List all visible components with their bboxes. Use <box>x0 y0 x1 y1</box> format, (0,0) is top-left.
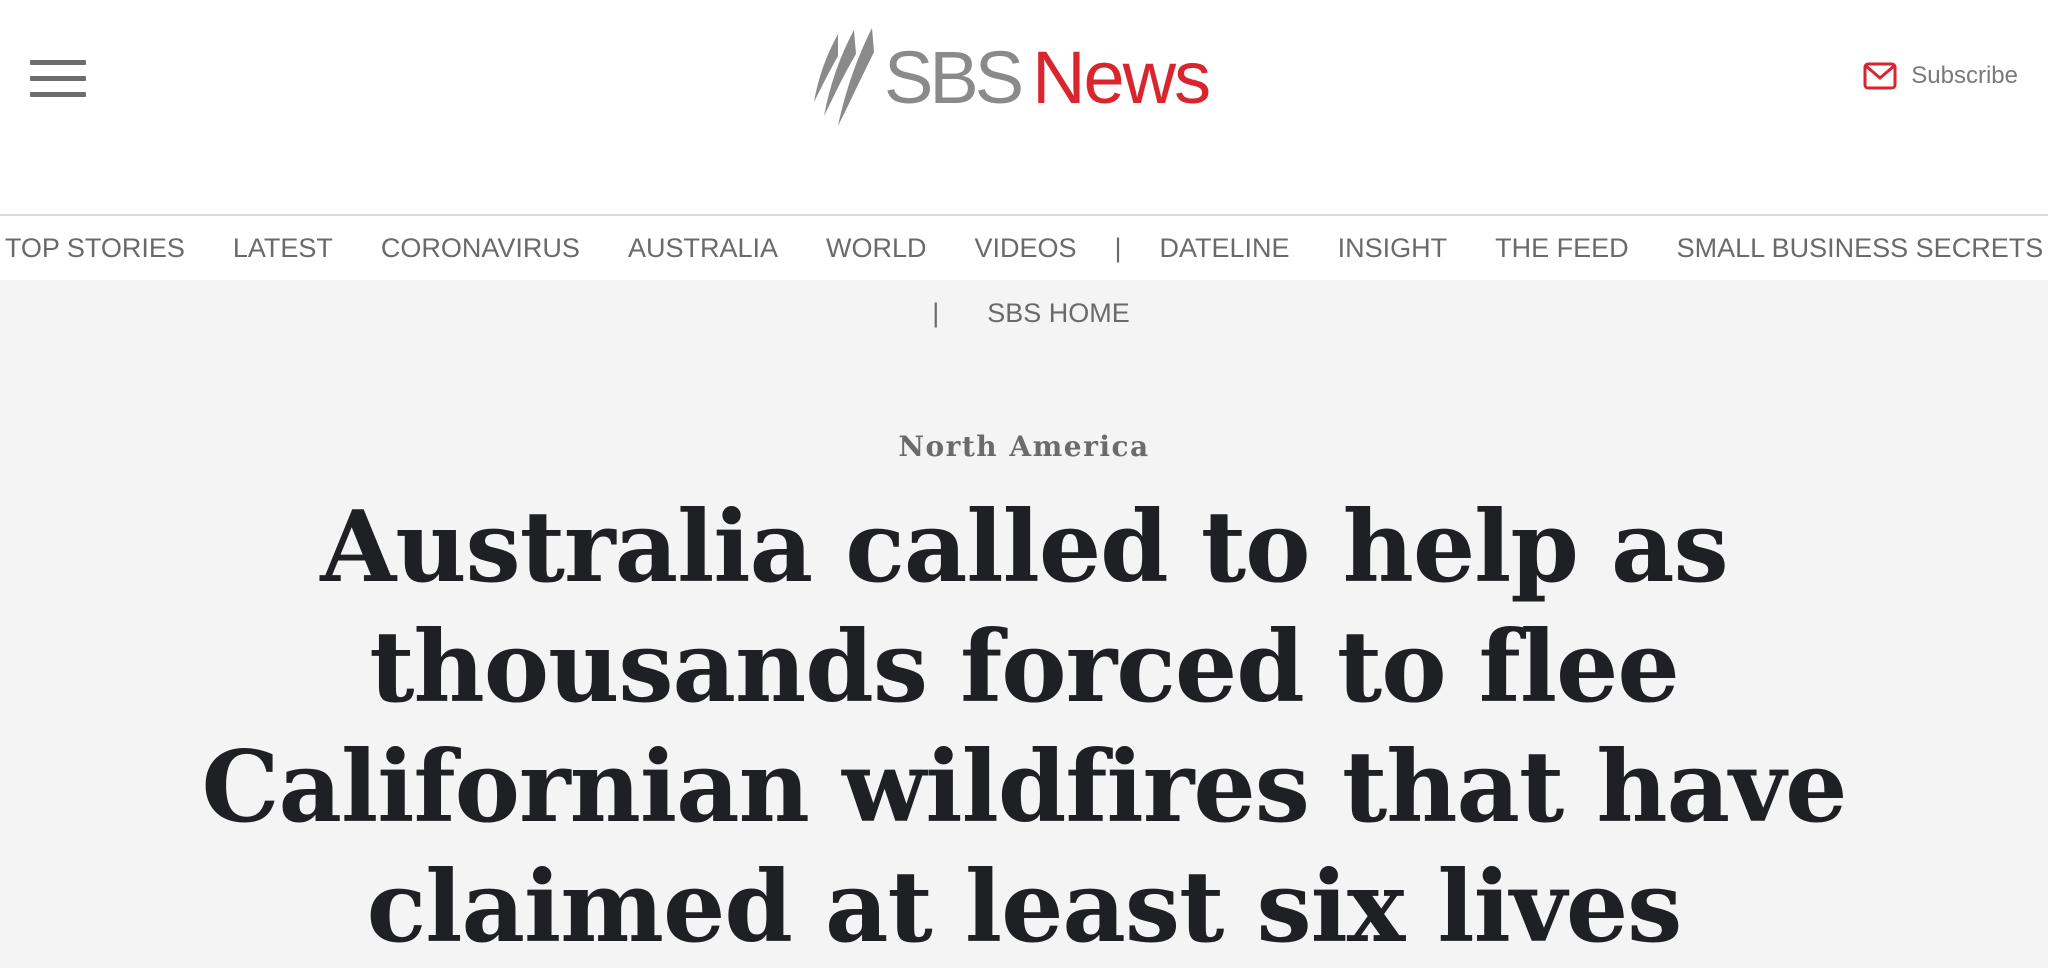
secondary-nav: | SBS HOME <box>0 290 2048 336</box>
nav-item-small-business-secrets[interactable]: SMALL BUSINESS SECRETS <box>1677 233 2044 264</box>
envelope-icon <box>1863 62 1897 90</box>
hamburger-menu-icon[interactable] <box>30 60 86 98</box>
nav-item-coronavirus[interactable]: CORONAVIRUS <box>381 233 580 264</box>
nav-item-the-feed[interactable]: THE FEED <box>1495 233 1629 264</box>
nav-item-dateline[interactable]: DATELINE <box>1160 233 1290 264</box>
nav-item-insight[interactable]: INSIGHT <box>1338 233 1448 264</box>
site-header: SBS News Subscribe <box>0 0 2048 214</box>
sbs-swirl-logo-icon <box>814 28 874 126</box>
nav-separator-second-row: | <box>932 297 940 328</box>
logo-sbs-text: SBS <box>884 36 1024 119</box>
main-nav: TOP STORIES LATEST CORONAVIRUS AUSTRALIA… <box>0 214 2048 280</box>
nav-item-australia[interactable]: AUSTRALIA <box>628 233 778 264</box>
nav-item-latest[interactable]: LATEST <box>233 233 333 264</box>
nav-item-videos[interactable]: VIDEOS <box>974 233 1076 264</box>
nav-item-top-stories[interactable]: TOP STORIES <box>5 233 185 264</box>
nav-item-world[interactable]: WORLD <box>826 233 927 264</box>
subscribe-button[interactable]: Subscribe <box>1863 62 2018 90</box>
nav-separator: | <box>1114 232 1122 263</box>
sbs-news-logo[interactable]: SBS News <box>808 26 1248 130</box>
article-category[interactable]: North America <box>0 430 2048 463</box>
subscribe-label: Subscribe <box>1911 62 2018 89</box>
nav-item-sbs-home[interactable]: SBS HOME <box>987 298 1130 329</box>
article-headline: Australia called to help as thousands fo… <box>201 490 1848 965</box>
logo-news-text: News <box>1032 36 1211 119</box>
